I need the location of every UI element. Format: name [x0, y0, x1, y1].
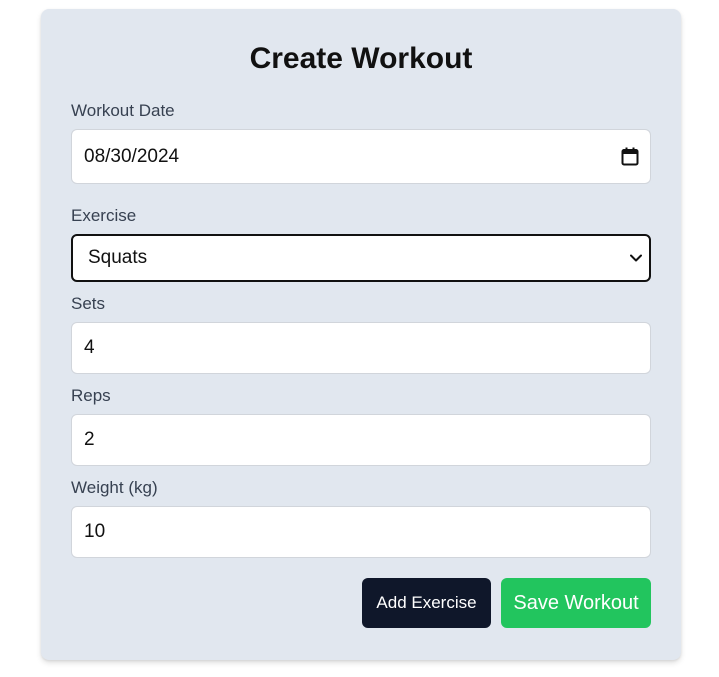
- sets-input[interactable]: 4: [71, 322, 651, 374]
- exercise-label: Exercise: [71, 206, 137, 225]
- calendar-icon[interactable]: [610, 147, 650, 166]
- exercise-selected-value: Squats: [88, 247, 148, 268]
- form-title: Create Workout: [249, 42, 473, 75]
- reps-label: Reps: [71, 386, 111, 405]
- reps-input[interactable]: 2: [71, 414, 651, 466]
- weight-value: 10: [84, 521, 106, 542]
- save-workout-button[interactable]: Save Workout: [501, 578, 651, 628]
- sets-label: Sets: [71, 294, 106, 313]
- add-exercise-button[interactable]: Add Exercise: [362, 578, 491, 628]
- weight-label: Weight (kg): [71, 478, 158, 497]
- workout-date-value: 08/30/2024: [84, 145, 180, 167]
- create-workout-card: Create Workout Workout Date 08/30/2024 E…: [41, 9, 681, 660]
- exercise-select[interactable]: Squats: [71, 234, 651, 282]
- weight-input[interactable]: 10: [71, 506, 651, 558]
- workout-date-input[interactable]: 08/30/2024: [71, 129, 651, 184]
- chevron-down-icon: [623, 254, 649, 262]
- reps-value: 2: [84, 429, 95, 450]
- workout-date-label: Workout Date: [71, 101, 175, 120]
- sets-value: 4: [84, 337, 95, 358]
